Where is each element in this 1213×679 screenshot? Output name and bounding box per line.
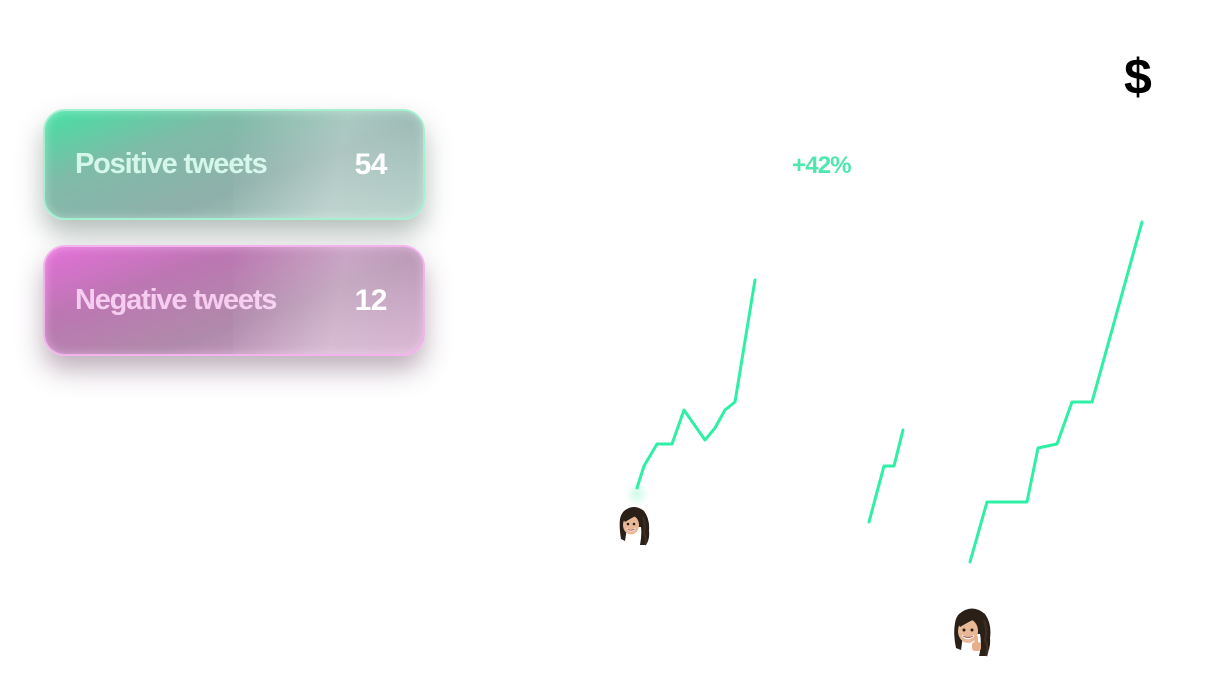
positive-tweets-count: 54 [354,147,388,181]
negative-tweets-card[interactable]: Negative tweets 12 [43,245,425,356]
memoji-thumbs-up-avatar-icon [954,608,991,657]
trend-line-left [635,278,757,490]
memoji-avatar-icon [619,507,650,546]
negative-tweets-count: 12 [354,283,388,317]
negative-tweets-label: Negative tweets [75,284,277,316]
positive-tweets-card[interactable]: Positive tweets 54 [43,109,425,220]
growth-percentage: +42% [792,152,852,179]
trend-line-right [968,220,1144,564]
dollar-icon: $ [1124,49,1152,105]
sentiment-stage: Positive tweets 54 Negative tweets 12 +4… [0,0,1213,679]
trend-line-middle [867,428,905,524]
positive-tweets-label: Positive tweets [75,148,268,180]
